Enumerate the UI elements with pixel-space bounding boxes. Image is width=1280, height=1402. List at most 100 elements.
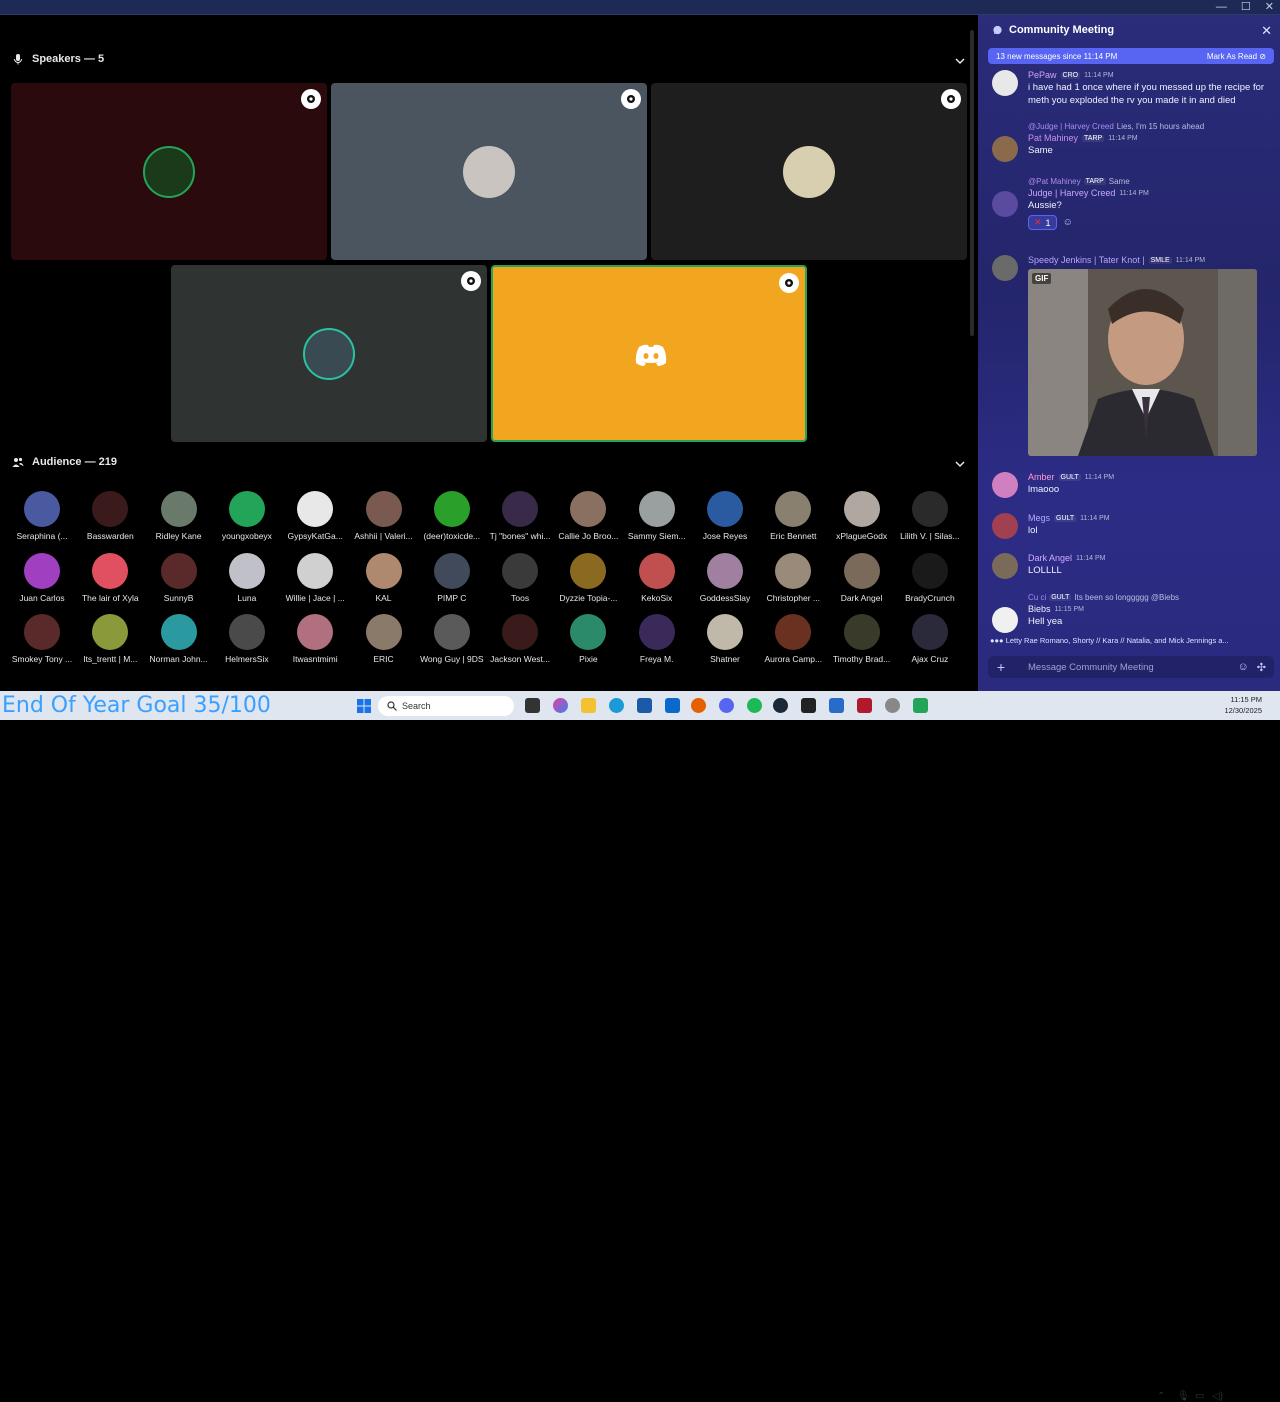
audience-member[interactable]: Its_trentt | M...	[76, 614, 144, 664]
add-reaction-icon[interactable]: ☺	[1063, 217, 1073, 228]
audience-member[interactable]: Toos	[486, 552, 554, 603]
speakers-header[interactable]: Speakers — 5	[12, 53, 104, 65]
audience-member[interactable]: Christopher ...	[759, 552, 827, 603]
taskbar-clock[interactable]: 11:15 PM 12/30/2025	[1224, 694, 1262, 716]
audience-member[interactable]: Norman John...	[145, 614, 213, 664]
audience-member[interactable]: Itwasntmimi	[281, 614, 349, 664]
audience-member[interactable]: Tj "bones" whi...	[486, 491, 554, 541]
close-window-icon[interactable]: ✕	[1265, 0, 1274, 15]
message-author[interactable]: Biebs	[1028, 604, 1051, 614]
vivaldi-icon[interactable]	[857, 698, 872, 713]
reply-preview[interactable]: @Pat Mahiney TARP Same	[1028, 177, 1274, 186]
message-author[interactable]: Dark Angel	[1028, 553, 1072, 563]
audience-member[interactable]: Sammy Siem...	[623, 491, 691, 541]
copilot-icon[interactable]	[553, 698, 568, 713]
taskbar-search[interactable]: Search	[378, 696, 514, 716]
message-author[interactable]: PePaw	[1028, 70, 1057, 80]
outlook-icon[interactable]	[665, 698, 680, 713]
app-icon[interactable]	[913, 698, 928, 713]
avatar[interactable]	[992, 513, 1018, 539]
chevron-up-icon[interactable]: ⌃	[1157, 1391, 1165, 1402]
scrollbar[interactable]	[970, 30, 974, 336]
audience-member[interactable]: GoddessSlay	[691, 552, 759, 603]
message-author[interactable]: Judge | Harvey Creed	[1028, 188, 1115, 198]
audience-member[interactable]: The lair of Xyla	[76, 552, 144, 603]
audience-member[interactable]: Aurora Camp...	[759, 614, 827, 664]
speaker-tile[interactable]	[11, 83, 327, 260]
camera-icon[interactable]	[779, 273, 799, 293]
message-author[interactable]: Speedy Jenkins | Tater Knot |	[1028, 255, 1145, 265]
close-icon[interactable]: ✕	[1261, 23, 1272, 39]
apps-icon[interactable]: ✣	[1257, 661, 1266, 674]
audience-member[interactable]: Smokey Tony ...	[8, 614, 76, 664]
emoji-icon[interactable]: ☺	[1238, 661, 1249, 673]
audience-member[interactable]: Dark Angel	[828, 552, 896, 603]
audience-member[interactable]: Jose Reyes	[691, 491, 759, 541]
windows-start-icon[interactable]	[357, 699, 371, 713]
avatar[interactable]	[992, 472, 1018, 498]
audience-header[interactable]: Audience — 219	[12, 456, 117, 468]
gif-embed[interactable]: GIF	[1028, 269, 1257, 456]
message-author[interactable]: Megs	[1028, 513, 1050, 523]
audience-member[interactable]: Callie Jo Broo...	[554, 491, 622, 541]
message-author[interactable]: Pat Mahiney	[1028, 133, 1078, 143]
network-icon[interactable]: ▭	[1195, 1391, 1204, 1402]
reaction-button[interactable]: ✕ 1	[1028, 215, 1057, 230]
audience-member[interactable]: BradyCrunch	[896, 552, 964, 603]
new-messages-bar[interactable]: 13 new messages since 11:14 PM Mark As R…	[988, 48, 1274, 64]
maximize-icon[interactable]: ☐	[1241, 0, 1251, 15]
audience-member[interactable]: Seraphina (...	[8, 491, 76, 541]
edge-icon[interactable]	[609, 698, 624, 713]
spotify-icon[interactable]	[747, 698, 762, 713]
steam-icon[interactable]	[773, 698, 788, 713]
discord-icon[interactable]	[719, 698, 734, 713]
microphone-tray-icon[interactable]: 🎙	[1177, 1391, 1190, 1402]
audience-member[interactable]: (deer)toxicde...	[418, 491, 486, 541]
audience-member[interactable]: Ridley Kane	[145, 491, 213, 541]
mark-as-read-button[interactable]: Mark As Read ⊘	[1207, 52, 1266, 61]
audience-member[interactable]: KekoSix	[623, 552, 691, 603]
camera-icon[interactable]	[621, 89, 641, 109]
task-view-icon[interactable]	[525, 698, 540, 713]
camera-icon[interactable]	[461, 271, 481, 291]
audience-member[interactable]: SunnyB	[145, 552, 213, 603]
audience-member[interactable]: Juan Carlos	[8, 552, 76, 603]
file-explorer-icon[interactable]	[581, 698, 596, 713]
audience-member[interactable]: Freya M.	[623, 614, 691, 664]
camera-icon[interactable]	[941, 89, 961, 109]
volume-icon[interactable]: ◁)	[1212, 1391, 1223, 1402]
audience-member[interactable]: Jackson West...	[486, 614, 554, 664]
audience-member[interactable]: Willie | Jace | ...	[281, 552, 349, 603]
store-icon[interactable]	[637, 698, 652, 713]
audience-member[interactable]: Luna	[213, 552, 281, 603]
speaker-tile[interactable]	[171, 265, 487, 442]
audience-member[interactable]: Ashhii | Valeri...	[350, 491, 418, 541]
audience-member[interactable]: Ajax Cruz	[896, 614, 964, 664]
avatar[interactable]	[992, 70, 1018, 96]
message-author[interactable]: Amber	[1028, 472, 1055, 482]
speaker-tile[interactable]	[331, 83, 647, 260]
avatar[interactable]	[992, 607, 1018, 633]
chevron-down-icon[interactable]	[954, 458, 966, 470]
terminal-icon[interactable]	[801, 698, 816, 713]
speaker-tile-active[interactable]	[491, 265, 807, 442]
audience-member[interactable]: Basswarden	[76, 491, 144, 541]
audience-member[interactable]: youngxobeyx	[213, 491, 281, 541]
audience-member[interactable]: xPlagueGodx	[828, 491, 896, 541]
chevron-down-icon[interactable]	[954, 55, 966, 67]
avatar[interactable]	[992, 136, 1018, 162]
audience-member[interactable]: Dyzzie Topia-...	[554, 552, 622, 603]
avatar[interactable]	[992, 553, 1018, 579]
avatar[interactable]	[992, 255, 1018, 281]
audience-member[interactable]: Lilith V. | Silas...	[896, 491, 964, 541]
notepad-icon[interactable]	[829, 698, 844, 713]
audience-member[interactable]: Pixie	[554, 614, 622, 664]
audience-member[interactable]: Timothy Brad...	[828, 614, 896, 664]
audience-member[interactable]: PIMP C	[418, 552, 486, 603]
add-attachment-icon[interactable]: +	[988, 659, 1014, 675]
firefox-icon[interactable]	[691, 698, 706, 713]
reply-preview[interactable]: @Judge | Harvey Creed Lies, I'm 15 hours …	[1028, 122, 1274, 131]
audience-member[interactable]: ERIC	[350, 614, 418, 664]
audience-member[interactable]: Eric Bennett	[759, 491, 827, 541]
settings-gear-icon[interactable]	[885, 698, 900, 713]
